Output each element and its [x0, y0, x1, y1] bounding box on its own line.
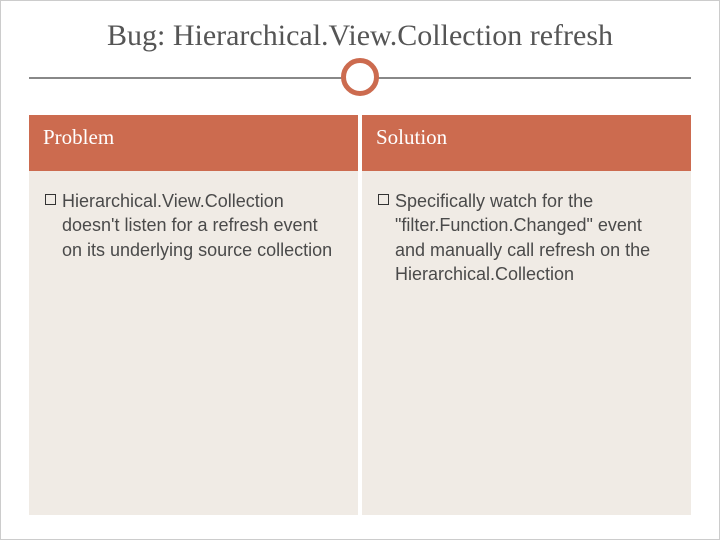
square-bullet-icon	[378, 194, 389, 205]
column-body-problem: Hierarchical.View.Collection doesn't lis…	[29, 171, 358, 515]
list-item: Specifically watch for the "filter.Funct…	[378, 189, 675, 286]
columns: Problem Hierarchical.View.Collection doe…	[29, 115, 691, 515]
slide-title: Bug: Hierarchical.View.Collection refres…	[29, 19, 691, 53]
column-problem: Problem Hierarchical.View.Collection doe…	[29, 115, 358, 515]
column-header-solution: Solution	[362, 115, 691, 171]
column-body-solution: Specifically watch for the "filter.Funct…	[362, 171, 691, 515]
slide: Bug: Hierarchical.View.Collection refres…	[1, 1, 719, 539]
bullet-text: Hierarchical.View.Collection doesn't lis…	[62, 189, 342, 262]
square-bullet-icon	[45, 194, 56, 205]
column-header-problem: Problem	[29, 115, 358, 171]
bullet-text: Specifically watch for the "filter.Funct…	[395, 189, 675, 286]
column-solution: Solution Specifically watch for the "fil…	[362, 115, 691, 515]
divider-circle-icon	[341, 58, 379, 96]
list-item: Hierarchical.View.Collection doesn't lis…	[45, 189, 342, 262]
